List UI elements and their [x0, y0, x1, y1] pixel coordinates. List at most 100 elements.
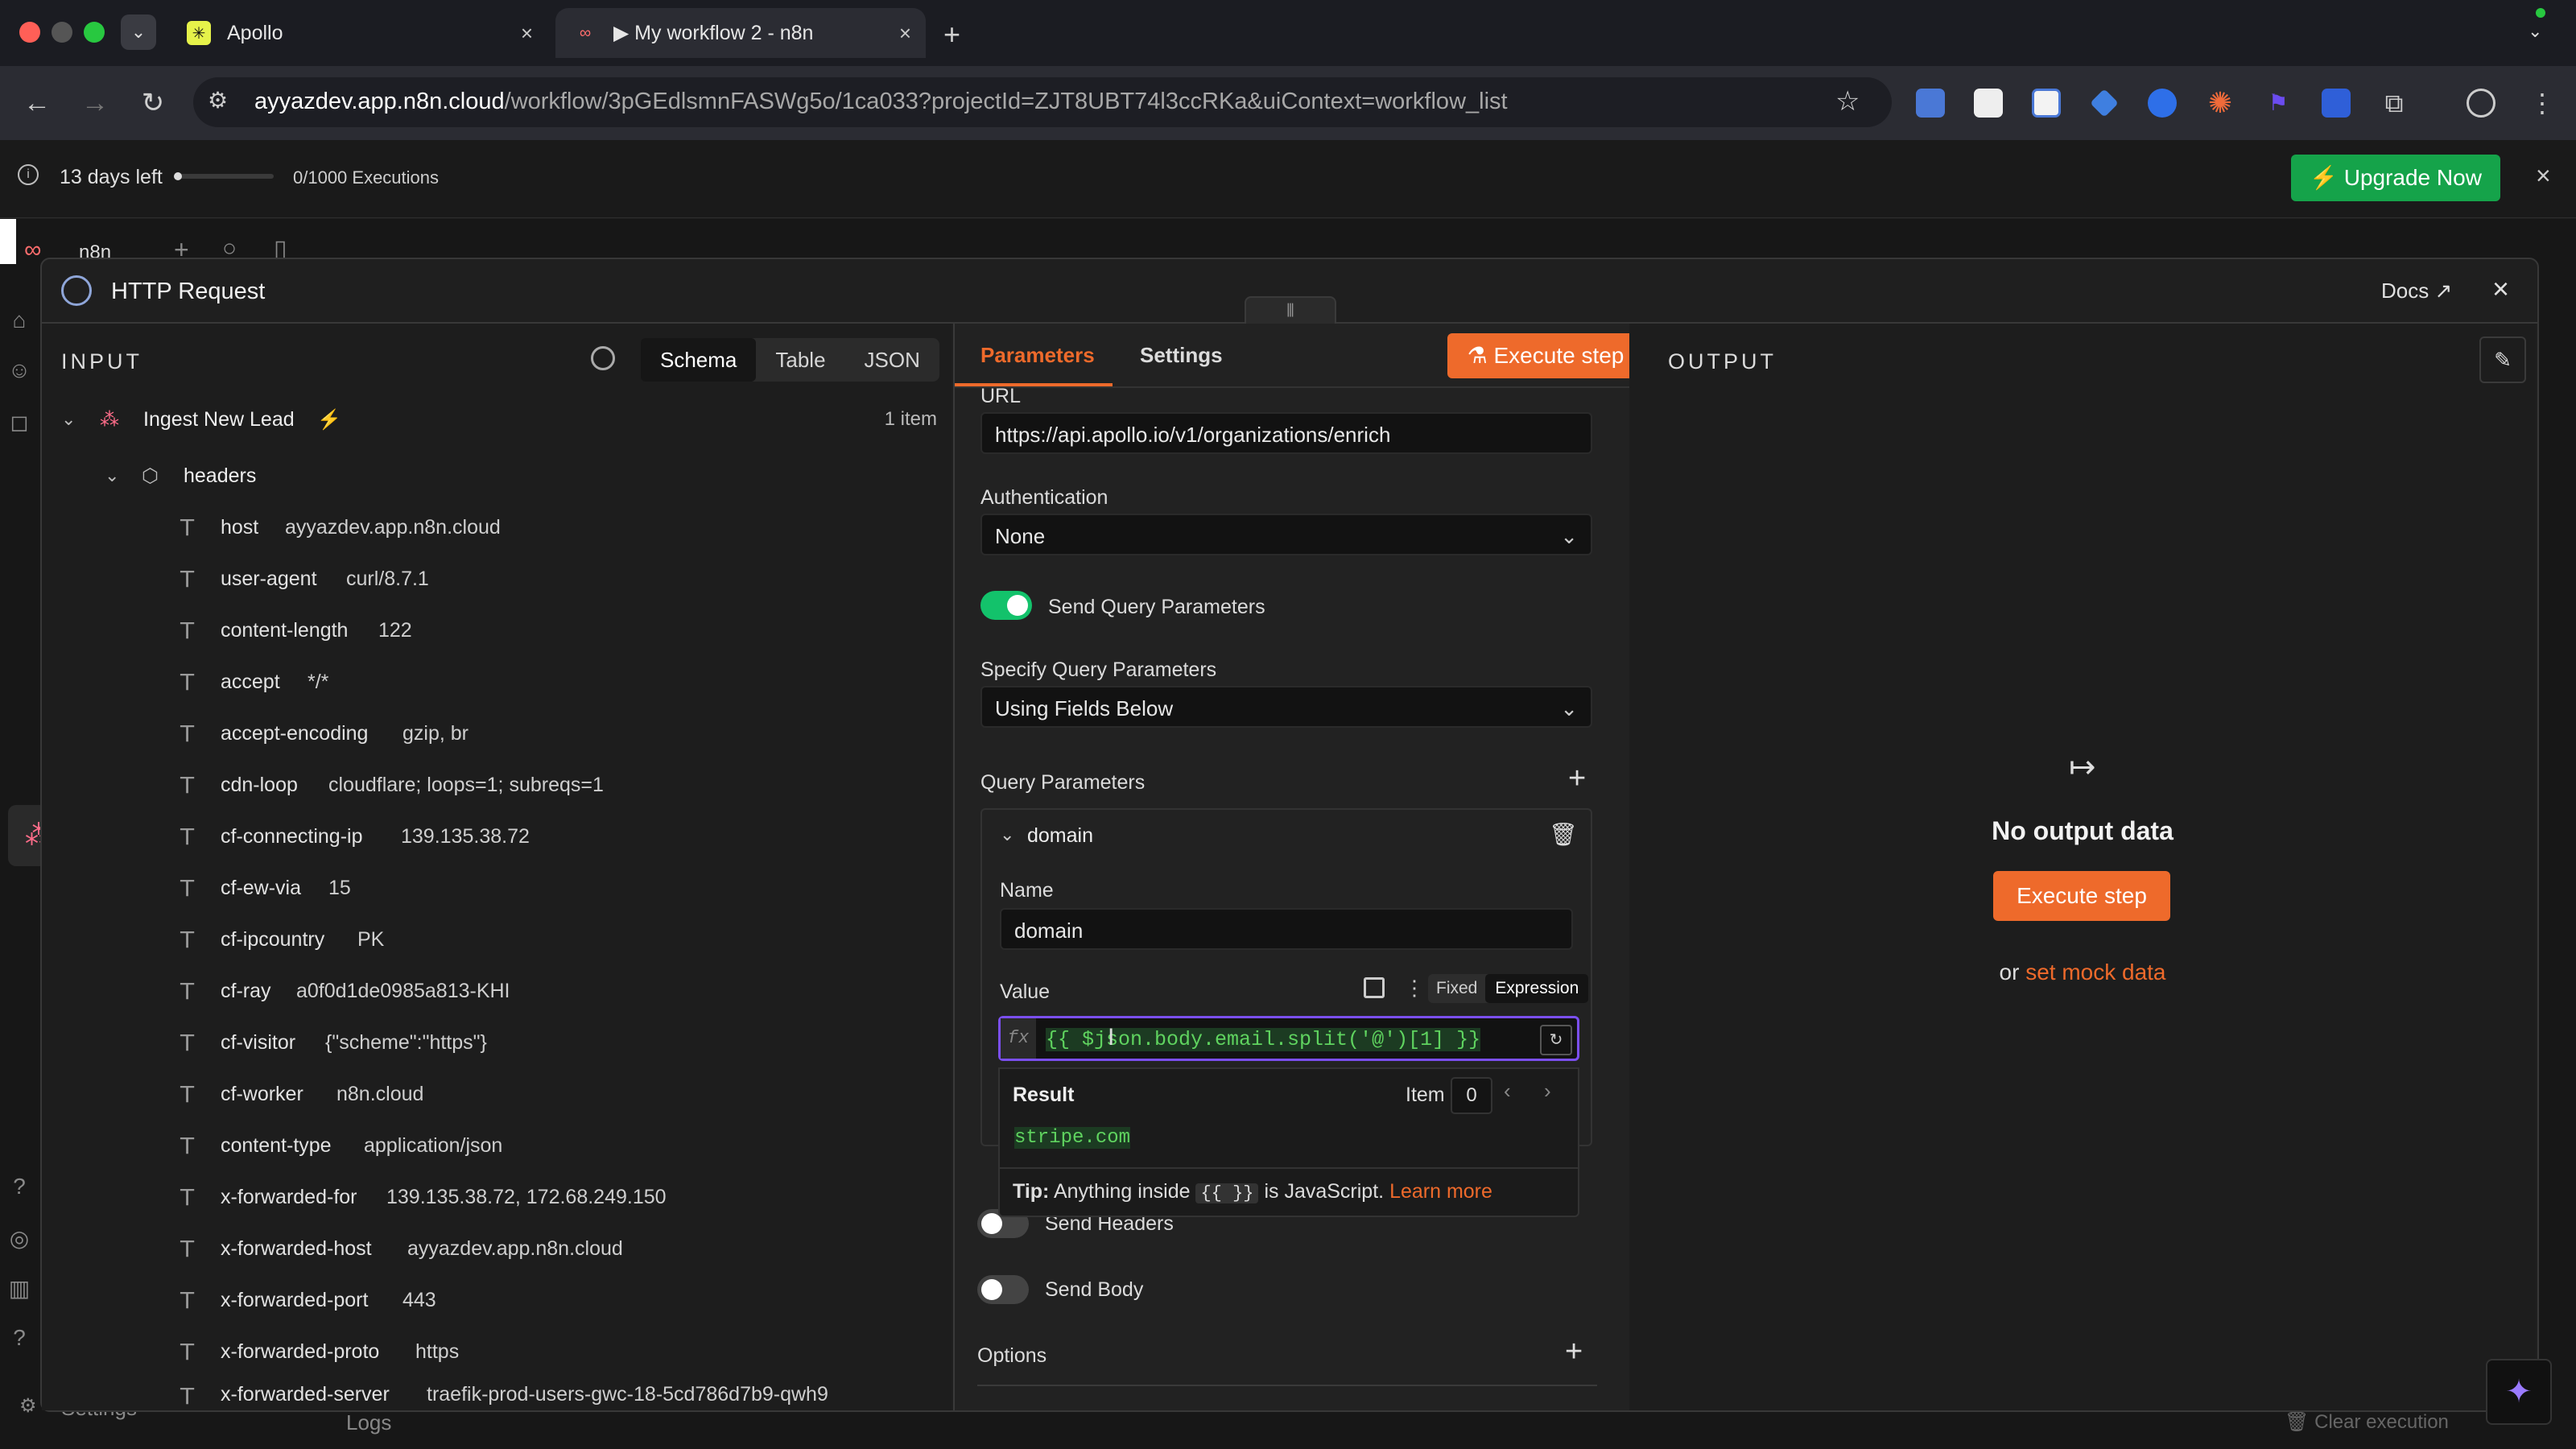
send-query-toggle[interactable]: [980, 591, 1032, 620]
tab-json[interactable]: JSON: [845, 338, 939, 382]
specify-query-select[interactable]: Using Fields Below ⌄: [980, 686, 1592, 728]
profile-icon[interactable]: [2467, 89, 2496, 118]
add-option-icon[interactable]: +: [1565, 1335, 1583, 1369]
more-dots-icon[interactable]: ⋮: [1404, 976, 1425, 1001]
tab-settings[interactable]: Settings: [1140, 343, 1223, 368]
set-mock-data-link[interactable]: set mock data: [2025, 960, 2165, 985]
menu-dots-icon[interactable]: ⋮: [2528, 89, 2557, 118]
reload-icon[interactable]: ↻: [137, 87, 169, 119]
home-icon[interactable]: ⌂: [0, 308, 39, 346]
flag-extension-icon[interactable]: ⚑: [2264, 89, 2293, 118]
chevron-down-icon[interactable]: ⌄: [61, 409, 76, 430]
claude-extension-icon[interactable]: ✺: [2206, 89, 2235, 118]
user-icon[interactable]: ☺: [0, 357, 39, 396]
translate-extension-icon[interactable]: [1916, 89, 1945, 118]
add-parameter-icon[interactable]: +: [1568, 762, 1586, 796]
gear-icon[interactable]: ⚙: [19, 1394, 37, 1418]
forward-arrow-icon[interactable]: →: [79, 87, 111, 119]
tab-n8n-workflow[interactable]: ∞ ▶ My workflow 2 - n8n ×: [555, 8, 926, 58]
site-settings-icon[interactable]: ⚙: [208, 87, 228, 114]
input-node-row[interactable]: ⌄ ⁂ Ingest New Lead ⚡ 1 item: [42, 399, 952, 440]
tag-extension-icon[interactable]: [2090, 89, 2119, 118]
field-key: cf-ipcountry: [221, 927, 325, 951]
item-index-input[interactable]: 0: [1451, 1077, 1492, 1114]
close-icon[interactable]: ×: [2492, 272, 2509, 306]
text-type-icon: T: [180, 1383, 195, 1410]
help-circle-icon[interactable]: ?: [0, 1325, 39, 1364]
tab-apollo[interactable]: ✳ Apollo ×: [169, 8, 547, 58]
mode-fixed[interactable]: Fixed: [1428, 974, 1485, 1003]
schema-field-row[interactable]: Tx-forwarded-proto https: [42, 1331, 952, 1372]
schema-field-row[interactable]: Tcontent-length 122: [42, 610, 952, 650]
extension-icon[interactable]: [1974, 89, 2003, 118]
expression-editor[interactable]: fx {{ $json.body.email.split('@')[1] }} …: [998, 1016, 1579, 1061]
logs-tab[interactable]: Logs: [346, 1410, 391, 1435]
schema-field-row[interactable]: Tuser-agent curl/8.7.1: [42, 559, 952, 599]
templates-icon[interactable]: ◎: [0, 1225, 39, 1264]
globe-icon: [61, 275, 92, 306]
expand-editor-icon[interactable]: ↻: [1540, 1025, 1572, 1055]
close-icon[interactable]: ×: [2536, 161, 2551, 191]
chevron-left-icon[interactable]: ‹: [1504, 1079, 1511, 1104]
chevron-down-icon[interactable]: ⌄: [1000, 824, 1014, 845]
tab-schema[interactable]: Schema: [641, 338, 757, 382]
extension-icon[interactable]: [2148, 89, 2177, 118]
headers-group-row[interactable]: ⌄ ⬡ headers: [42, 456, 952, 496]
execute-step-button[interactable]: ⚗ Execute step: [1447, 333, 1644, 378]
tab-search-button[interactable]: ⌄: [121, 14, 156, 50]
schema-field-row[interactable]: Tcf-ipcountry PK: [42, 919, 952, 960]
chevron-down-icon[interactable]: ⌄: [2528, 21, 2542, 42]
shield-extension-icon[interactable]: [2322, 89, 2351, 118]
learn-more-link[interactable]: Learn more: [1389, 1180, 1492, 1203]
tab-parameters[interactable]: Parameters: [980, 343, 1095, 368]
address-bar[interactable]: ⚙ ayyazdev.app.n8n.cloud/workflow/3pGEdl…: [193, 77, 1892, 127]
schema-field-row[interactable]: Tcf-worker n8n.cloud: [42, 1074, 952, 1114]
send-body-toggle[interactable]: [977, 1275, 1029, 1304]
schema-field-row[interactable]: Tcf-visitor {"scheme":"https"}: [42, 1022, 952, 1063]
schema-field-row[interactable]: Thost ayyazdev.app.n8n.cloud: [42, 507, 952, 547]
chat-icon[interactable]: ◻: [0, 409, 39, 448]
ai-assistant-button[interactable]: ✦: [2486, 1359, 2552, 1425]
schema-field-row[interactable]: Tcf-connecting-ip 139.135.38.72: [42, 816, 952, 857]
help-icon[interactable]: ?: [0, 1174, 39, 1212]
tab-table[interactable]: Table: [756, 338, 844, 382]
schema-field-row[interactable]: Taccept-encoding gzip, br: [42, 713, 952, 753]
schema-field-row[interactable]: Tx-forwarded-server traefik-prod-users-gw…: [42, 1383, 952, 1410]
puzzle-icon[interactable]: ⧉: [2380, 89, 2409, 118]
drag-handle[interactable]: ⦀: [1245, 296, 1336, 325]
docs-link[interactable]: Docs ↗: [2381, 279, 2452, 303]
trial-days-left: 13 days left: [60, 166, 163, 188]
new-tab-button[interactable]: +: [943, 18, 960, 52]
chevron-right-icon[interactable]: ›: [1544, 1079, 1551, 1104]
schema-field-row[interactable]: Tx-forwarded-for 139.135.38.72, 172.68.24…: [42, 1177, 952, 1217]
edit-output-button[interactable]: ✎: [2479, 336, 2526, 383]
trash-icon[interactable]: 🗑: [1549, 821, 1578, 848]
clear-execution-button[interactable]: 🗑 Clear execution: [2285, 1410, 2449, 1434]
mode-expression[interactable]: Expression: [1485, 974, 1589, 1003]
output-execute-step-button[interactable]: Execute step: [1993, 871, 2170, 921]
schema-field-row[interactable]: Taccept */*: [42, 662, 952, 702]
close-icon[interactable]: ×: [899, 21, 911, 46]
search-icon[interactable]: [591, 346, 615, 370]
close-window-button[interactable]: [19, 22, 40, 43]
parameter-name-input[interactable]: domain: [1000, 908, 1573, 950]
insights-icon[interactable]: ▥: [0, 1275, 39, 1314]
schema-field-row[interactable]: Tcdn-loop cloudflare; loops=1; subreqs=1: [42, 765, 952, 805]
url-input[interactable]: https://api.apollo.io/v1/organizations/e…: [980, 412, 1592, 454]
extension-icon[interactable]: [2032, 89, 2061, 118]
schema-field-row[interactable]: Tx-forwarded-port 443: [42, 1280, 952, 1320]
split-view-icon[interactable]: [1364, 977, 1385, 998]
back-arrow-icon[interactable]: ←: [21, 87, 53, 119]
authentication-select[interactable]: None ⌄: [980, 514, 1592, 555]
schema-field-row[interactable]: Tcf-ray a0f0d1de0985a813-KHI: [42, 971, 952, 1011]
schema-field-row[interactable]: Tx-forwarded-host ayyazdev.app.n8n.cloud: [42, 1228, 952, 1269]
star-icon[interactable]: ☆: [1835, 85, 1860, 118]
schema-field-row[interactable]: Tcontent-type application/json: [42, 1125, 952, 1166]
close-icon[interactable]: ×: [521, 21, 533, 46]
schema-field-row[interactable]: Tcf-ew-via 15: [42, 868, 952, 908]
zoom-window-button[interactable]: [84, 22, 105, 43]
chevron-down-icon[interactable]: ⌄: [105, 465, 119, 486]
field-key: content-length: [221, 618, 349, 642]
minimize-window-button[interactable]: [52, 22, 72, 43]
upgrade-now-button[interactable]: ⚡ Upgrade Now: [2291, 155, 2500, 201]
